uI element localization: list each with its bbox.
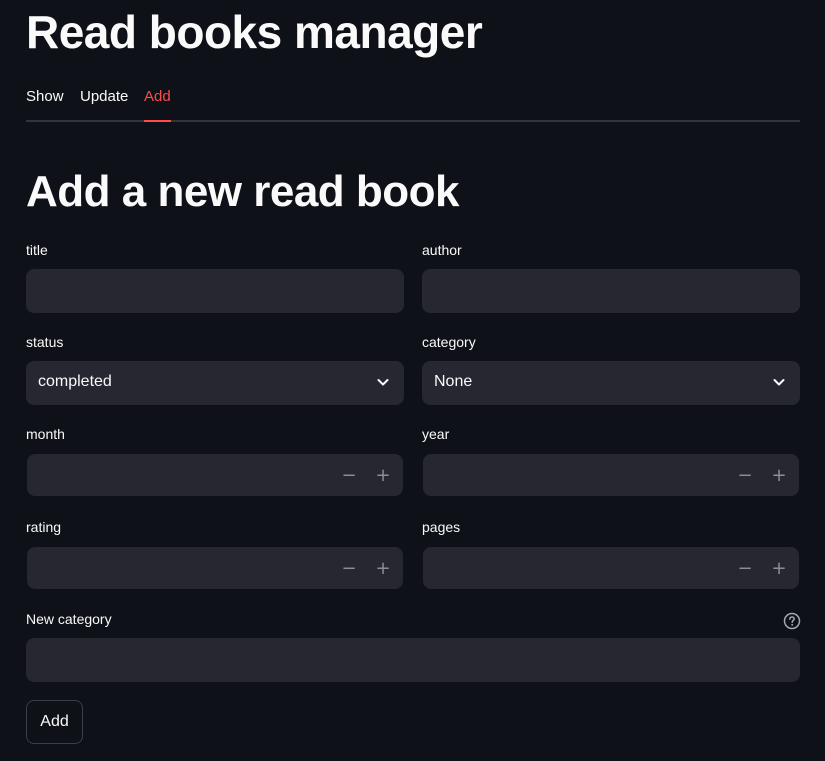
status-label: status [26,334,64,350]
month-decrement-button[interactable]: − [332,455,366,495]
month-label: month [26,426,65,442]
category-selected-value: None [434,373,473,390]
rating-number-input[interactable]: − + [27,547,403,589]
status-select[interactable]: completed [26,361,404,405]
pages-increment-button[interactable]: + [762,548,796,588]
rating-label: rating [26,519,62,535]
month-input[interactable] [28,455,328,495]
year-decrement-button[interactable]: − [728,455,762,495]
year-increment-button[interactable]: + [762,455,796,495]
year-number-input[interactable]: − + [423,454,799,496]
tab-update[interactable]: Update [80,88,128,122]
chevron-down-icon [773,379,785,386]
status-selected-value: completed [38,373,112,390]
rating-input[interactable] [28,548,328,588]
pages-number-input[interactable]: − + [423,547,799,589]
author-field[interactable] [422,269,800,313]
month-number-input[interactable]: − + [27,454,403,496]
new-category-field[interactable] [26,638,800,682]
category-label: category [422,334,476,350]
pages-label: pages [422,519,461,535]
app-title: Read books manager [26,6,483,58]
pages-input[interactable] [424,548,724,588]
app-root: Read books manager Show Update Add Add a… [0,0,825,761]
new-category-label: New category [26,611,112,627]
month-increment-button[interactable]: + [366,455,400,495]
author-label: author [422,242,462,258]
rating-decrement-button[interactable]: − [332,548,366,588]
year-label: year [422,426,450,442]
year-input[interactable] [424,455,724,495]
chevron-down-icon [377,379,389,386]
tab-bar: Show Update Add [26,80,800,122]
rating-increment-button[interactable]: + [366,548,400,588]
title-label: title [26,242,48,258]
author-input[interactable] [422,269,800,313]
category-select[interactable]: None [422,361,800,405]
new-category-input[interactable] [26,638,800,682]
pages-decrement-button[interactable]: − [728,548,762,588]
tab-add[interactable]: Add [144,88,171,122]
add-button[interactable]: Add [26,700,83,744]
title-field[interactable] [26,269,404,313]
help-circle-icon[interactable] [783,612,801,630]
title-input[interactable] [26,269,404,313]
page-title: Add a new read book [26,167,460,216]
tab-show[interactable]: Show [26,88,64,122]
